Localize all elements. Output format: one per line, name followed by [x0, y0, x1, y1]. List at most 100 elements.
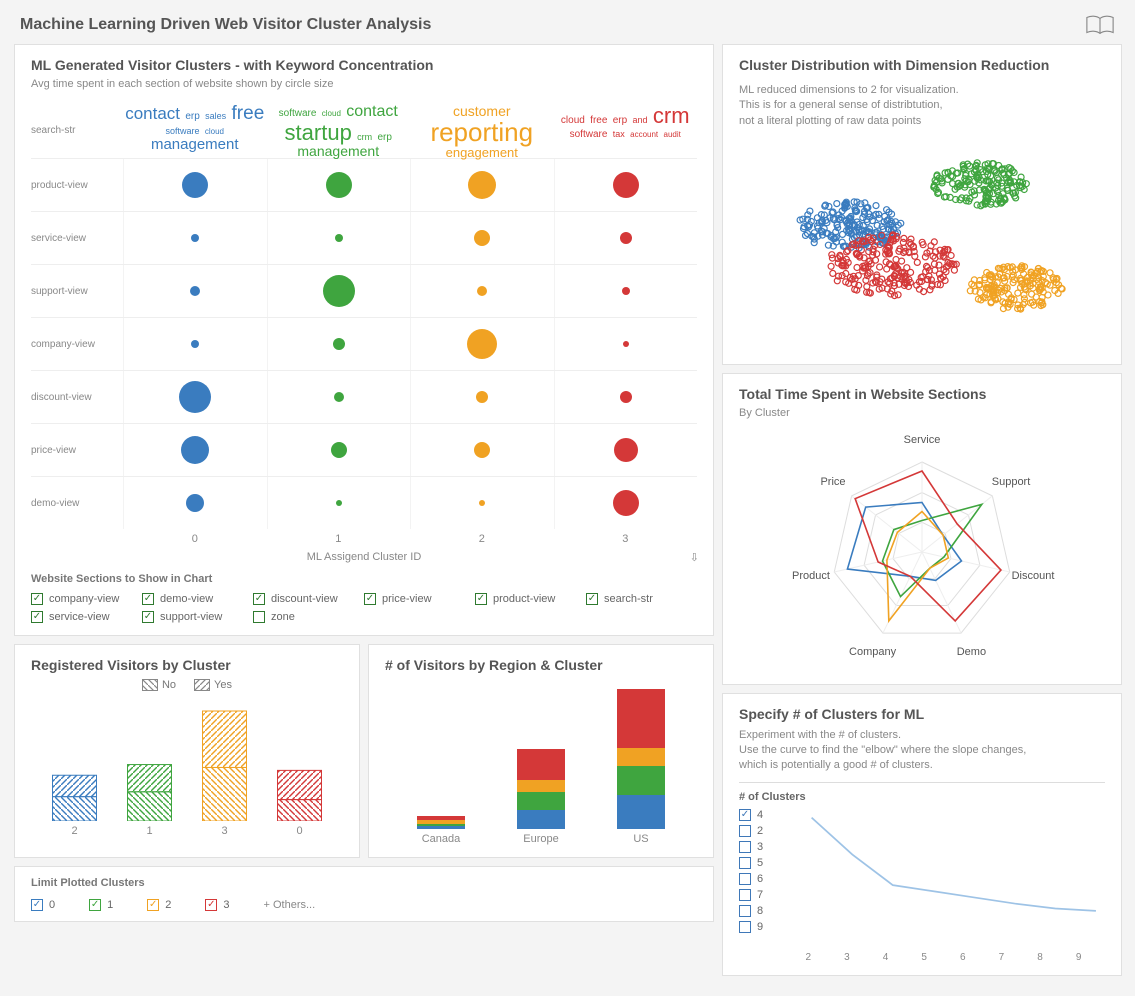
- wordcloud-word: engagement: [446, 146, 518, 160]
- bubble: [336, 500, 342, 506]
- section-checkbox[interactable]: ✓product-view: [475, 593, 586, 605]
- section-checkbox[interactable]: ✓support-view: [142, 611, 253, 623]
- bubble-matrix: search-strcontact erp sales free softwar…: [31, 102, 697, 529]
- row-label: price-view: [31, 445, 123, 456]
- wordcloud-word: software: [570, 130, 608, 141]
- bubble: [326, 172, 352, 198]
- bar-segment: [417, 826, 465, 829]
- section-checkbox[interactable]: ✓demo-view: [142, 593, 253, 605]
- elbow-desc: Experiment with the # of clusters.: [739, 728, 1105, 743]
- wordcloud-word: erp: [185, 112, 199, 123]
- bar-xlabel: 3: [187, 825, 262, 837]
- section-checkbox[interactable]: ✓discount-view: [253, 593, 364, 605]
- x-tick: 7: [999, 952, 1005, 963]
- registered-panel: Registered Visitors by Cluster No Yes 21…: [14, 644, 360, 858]
- wordcloud-word: audit: [664, 131, 681, 139]
- bubble: [479, 500, 485, 506]
- x-tick: 5: [921, 952, 927, 963]
- row-label: demo-view: [31, 498, 123, 509]
- bubble: [191, 340, 199, 348]
- section-checkbox[interactable]: ✓price-view: [364, 593, 475, 605]
- wordcloud-word: cloud: [322, 110, 341, 118]
- radar-axis-label: Product: [792, 570, 830, 582]
- row-label: service-view: [31, 233, 123, 244]
- elbow-chart: [803, 809, 1105, 949]
- bubble: [474, 442, 490, 458]
- bar-xlabel: 1: [112, 825, 187, 837]
- x-tick: 3: [844, 952, 850, 963]
- row-label: product-view: [31, 180, 123, 191]
- x-tick: 2: [805, 952, 811, 963]
- cluster-count-checkbox[interactable]: ✓2: [739, 825, 793, 837]
- section-checkbox[interactable]: ✓zone: [253, 611, 364, 623]
- wordcloud-word: erp: [613, 116, 627, 127]
- wordcloud-word: contact: [346, 104, 398, 121]
- registered-title: Registered Visitors by Cluster: [31, 657, 343, 673]
- cluster-count-checkbox[interactable]: ✓8: [739, 905, 793, 917]
- bubble: [323, 275, 355, 307]
- radar-axis-label: Service: [904, 434, 941, 446]
- bar-segment: [517, 780, 565, 792]
- wordcloud-word: free: [232, 104, 265, 124]
- bubble: [182, 172, 208, 198]
- limit-title: Limit Plotted Clusters: [31, 877, 697, 889]
- row-label: company-view: [31, 339, 123, 350]
- bubble: [191, 234, 199, 242]
- page-title: Machine Learning Driven Web Visitor Clus…: [20, 16, 431, 34]
- bubble: [613, 490, 639, 516]
- cluster-count-checkbox[interactable]: ✓4: [739, 809, 793, 821]
- limit-others[interactable]: + Others...: [264, 899, 316, 911]
- radar-title: Total Time Spent in Website Sections: [739, 386, 1105, 402]
- elbow-title: Specify # of Clusters for ML: [739, 706, 1105, 722]
- bubble: [331, 442, 347, 458]
- bar-segment: [517, 792, 565, 810]
- bar-segment: [617, 766, 665, 795]
- cluster-count-checkbox[interactable]: ✓9: [739, 921, 793, 933]
- scatter-desc: ML reduced dimensions to 2 for visualiza…: [739, 83, 1105, 98]
- limit-checkbox[interactable]: ✓2: [147, 899, 171, 911]
- bubble-title: ML Generated Visitor Clusters - with Key…: [31, 57, 697, 73]
- limit-checkbox[interactable]: ✓1: [89, 899, 113, 911]
- wordcloud-word: contact: [125, 105, 180, 123]
- bubble: [474, 230, 490, 246]
- x-tick: 4: [883, 952, 889, 963]
- elbow-panel: Specify # of Clusters for ML Experiment …: [722, 693, 1122, 976]
- wordcloud-word: sales: [205, 112, 226, 121]
- cluster-count-checkbox[interactable]: ✓5: [739, 857, 793, 869]
- bar-xlabel: Canada: [391, 833, 491, 845]
- scatter-plot: [739, 129, 1105, 349]
- bubble: [468, 171, 496, 199]
- cluster-count-checkbox[interactable]: ✓3: [739, 841, 793, 853]
- book-icon[interactable]: [1085, 14, 1115, 36]
- registered-bars: [31, 701, 343, 821]
- radar-axis-label: Price: [820, 476, 845, 488]
- x-tick: 0: [123, 533, 267, 545]
- section-checkbox[interactable]: ✓search-str: [586, 593, 697, 605]
- bar-segment: [517, 810, 565, 830]
- region-bars: [385, 679, 697, 829]
- section-checkbox[interactable]: ✓service-view: [31, 611, 142, 623]
- limit-panel: Limit Plotted Clusters ✓0 ✓1 ✓2 ✓3 + Others.…: [14, 866, 714, 922]
- bar-segment: [617, 748, 665, 766]
- wordcloud-word: software: [279, 109, 317, 120]
- x-tick: 2: [410, 533, 554, 545]
- wordcloud-word: crm: [357, 133, 372, 142]
- radar-axis-label: Support: [992, 476, 1031, 488]
- cluster-count-checkbox[interactable]: ✓7: [739, 889, 793, 901]
- bubble: [186, 494, 204, 512]
- section-checkbox[interactable]: ✓company-view: [31, 593, 142, 605]
- scatter-desc: This is for a general sense of distribtu…: [739, 98, 1105, 113]
- elbow-section: # of Clusters: [739, 791, 1105, 803]
- download-icon[interactable]: ⇩: [690, 551, 699, 564]
- wordcloud-word: and: [633, 116, 648, 125]
- limit-checkbox[interactable]: ✓3: [205, 899, 229, 911]
- limit-checkbox[interactable]: ✓0: [31, 899, 55, 911]
- cluster-count-checkbox[interactable]: ✓6: [739, 873, 793, 885]
- limit-row: ✓0 ✓1 ✓2 ✓3 + Others...: [31, 895, 697, 911]
- wordcloud-word: account: [630, 131, 658, 139]
- bubble: [190, 286, 200, 296]
- scatter-title: Cluster Distribution with Dimension Redu…: [739, 57, 1105, 73]
- wordcloud-word: free: [590, 116, 607, 127]
- row-label: search-str: [31, 125, 123, 136]
- wordcloud-word: erp: [378, 133, 392, 144]
